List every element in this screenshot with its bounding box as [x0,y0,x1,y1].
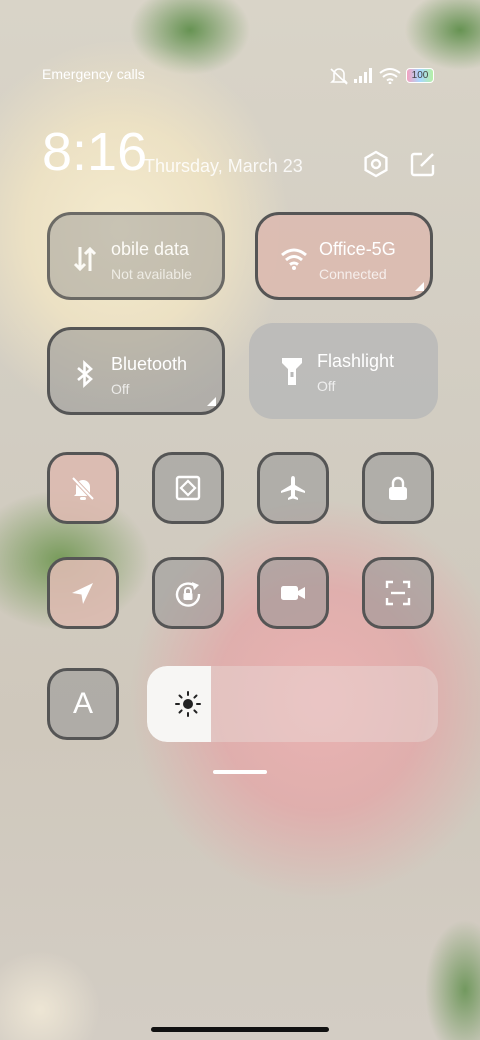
location-icon [72,583,93,604]
bluetooth-title: Bluetooth [111,354,188,374]
settings-icon[interactable] [362,150,390,178]
do-not-disturb-icon [330,68,348,85]
scanner-toggle[interactable] [362,557,434,629]
edit-icon[interactable] [410,151,436,177]
screen-cast-icon [175,475,201,501]
video-icon [281,586,305,600]
flashlight-tile[interactable]: Flashlight Off [249,323,438,419]
rotation-lock-icon [175,582,201,607]
airplane-toggle[interactable] [257,452,329,524]
lock-icon [389,476,407,500]
location-toggle[interactable] [47,557,119,629]
auto-brightness-button[interactable]: A [47,668,119,740]
wifi-status-icon [379,68,401,84]
rotation-lock-toggle[interactable] [152,557,224,629]
status-icons: 100 [328,66,438,86]
auto-brightness-label: A [72,687,93,720]
scanner-icon [385,580,411,606]
lock-screen-toggle[interactable] [362,452,434,524]
bluetooth-tile[interactable]: Bluetooth Off [47,327,225,415]
mobile-data-subtitle: Not available [111,266,192,282]
mute-bell-icon [71,476,95,501]
mute-toggle[interactable] [47,452,119,524]
expand-corner-icon [415,282,424,291]
flashlight-icon [282,358,302,385]
bluetooth-subtitle: Off [111,381,130,397]
panel-drag-handle[interactable] [213,770,267,774]
wifi-title: Office-5G [319,239,396,259]
signal-icon [354,68,372,83]
bluetooth-icon [77,360,93,388]
flashlight-title: Flashlight [317,351,395,371]
sun-icon [175,691,201,717]
wifi-subtitle: Connected [319,266,387,282]
wifi-tile[interactable]: Office-5G Connected [255,212,433,300]
expand-corner-icon [207,397,216,406]
date-label[interactable]: Thursday, March 23 [144,156,303,177]
mobile-data-tile[interactable]: obile data Not available [47,212,225,300]
brightness-slider[interactable] [147,666,438,742]
flashlight-subtitle: Off [317,378,336,394]
screen-record-toggle[interactable] [257,557,329,629]
wifi-icon [281,248,307,270]
airplane-icon [281,476,305,500]
battery-level: 100 [411,70,429,81]
emergency-calls-label: Emergency calls [42,66,145,82]
screen-cast-toggle[interactable] [152,452,224,524]
battery-icon: 100 [406,68,434,83]
clock[interactable]: 8:16 [42,122,147,182]
mobile-data-icon [73,246,97,272]
home-indicator[interactable] [151,1027,329,1032]
mobile-data-title: obile data [111,239,190,259]
